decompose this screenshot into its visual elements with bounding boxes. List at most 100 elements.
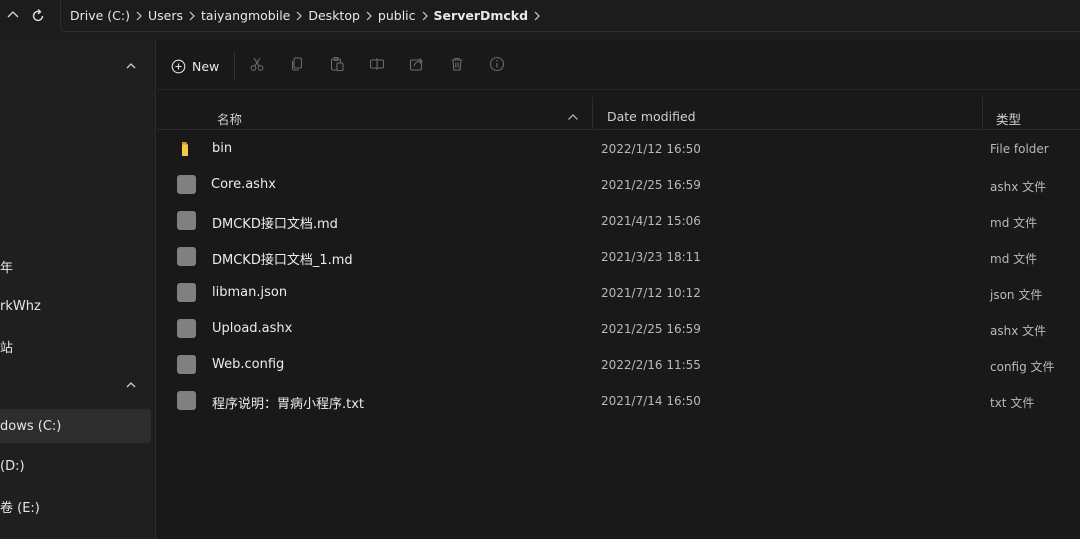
share-icon xyxy=(409,58,423,71)
table-row[interactable]: Upload.ashx 2021/2/25 16:59 ashx 文件 xyxy=(165,311,1080,347)
file-type: md 文件 xyxy=(990,252,1038,266)
chevron-up-icon xyxy=(126,382,136,388)
file-name: libman.json xyxy=(212,285,288,300)
chevron-right-icon[interactable] xyxy=(134,10,144,22)
command-bar: New xyxy=(157,40,1080,90)
arrow-up-icon xyxy=(7,11,19,18)
file-date: 2021/7/14 16:50 xyxy=(601,394,701,408)
sidebar-item-label: 卷 (E:) xyxy=(0,500,40,516)
sidebar-item-label: (D:) xyxy=(0,458,25,474)
file-date: 2021/7/12 10:12 xyxy=(601,286,701,300)
sidebar-item-drive-e[interactable]: 卷 (E:) xyxy=(0,489,151,523)
chevron-right-icon[interactable] xyxy=(420,10,430,22)
file-type: md 文件 xyxy=(990,216,1038,230)
breadcrumb-current[interactable]: ServerDmckd xyxy=(430,8,533,23)
address-bar[interactable]: Drive (C:) Users taiyangmobile Desktop p… xyxy=(60,0,1080,32)
info-icon xyxy=(489,56,505,72)
breadcrumb-public[interactable]: public xyxy=(374,8,420,23)
chevron-right-icon[interactable] xyxy=(364,10,374,22)
table-row[interactable]: DMCKD接口文档_1.md 2021/3/23 18:11 md 文件 xyxy=(165,239,1080,275)
file-date: 2021/4/12 15:06 xyxy=(601,214,701,228)
column-date-modified[interactable]: Date modified xyxy=(607,109,696,124)
title-bar: Drive (C:) Users taiyangmobile Desktop p… xyxy=(0,0,1080,40)
file-name: DMCKD接口文档_1.md xyxy=(212,253,353,268)
sidebar-item-site[interactable]: 站 xyxy=(0,329,151,363)
sidebar-item-drive-c[interactable]: dows (C:) xyxy=(0,409,151,443)
sidebar-item-label: dows (C:) xyxy=(0,418,62,434)
table-row[interactable]: Core.ashx 2021/2/25 16:59 ashx 文件 xyxy=(165,167,1080,203)
file-icon xyxy=(177,355,197,375)
scissors-icon xyxy=(250,57,264,71)
sidebar-item-drive-d[interactable]: (D:) xyxy=(0,449,151,483)
collapse-section-button[interactable] xyxy=(123,58,139,74)
breadcrumb-user[interactable]: taiyangmobile xyxy=(197,8,294,23)
content-pane: New 名称 Date modified 类型 bin 2022/1/12 16… xyxy=(157,40,1080,539)
file-date: 2021/3/23 18:11 xyxy=(601,250,701,264)
file-date: 2022/1/12 16:50 xyxy=(601,142,701,156)
column-divider[interactable] xyxy=(592,97,593,130)
chevron-right-icon[interactable] xyxy=(187,10,197,22)
column-header: 名称 Date modified 类型 xyxy=(157,97,1080,130)
file-icon xyxy=(177,319,197,339)
column-divider[interactable] xyxy=(982,97,983,130)
file-type: ashx 文件 xyxy=(990,180,1047,194)
file-date: 2021/2/25 16:59 xyxy=(601,322,701,336)
rename-button[interactable] xyxy=(368,55,386,73)
sidebar-item-year[interactable]: 年 xyxy=(0,249,151,283)
breadcrumb-drive[interactable]: Drive (C:) xyxy=(66,8,134,23)
plus-circle-icon xyxy=(171,59,186,73)
file-type: txt 文件 xyxy=(990,396,1035,410)
file-icon xyxy=(177,247,197,267)
sort-ascending-icon[interactable] xyxy=(565,109,581,125)
refresh-icon xyxy=(32,8,44,22)
file-type: File folder xyxy=(990,142,1049,156)
table-row[interactable]: libman.json 2021/7/12 10:12 json 文件 xyxy=(165,275,1080,311)
table-row[interactable]: 程序说明：胃病小程序.txt 2021/7/14 16:50 txt 文件 xyxy=(165,383,1080,419)
new-button[interactable]: New xyxy=(171,54,219,78)
file-icon xyxy=(177,391,197,411)
copy-button[interactable] xyxy=(288,55,306,73)
table-row[interactable]: DMCKD接口文档.md 2021/4/12 15:06 md 文件 xyxy=(165,203,1080,239)
folder-icon xyxy=(177,139,197,159)
file-date: 2022/2/16 11:55 xyxy=(601,358,701,372)
file-type: json 文件 xyxy=(990,288,1043,302)
properties-button[interactable] xyxy=(488,55,506,73)
file-name: 程序说明：胃病小程序.txt xyxy=(212,397,365,412)
file-date: 2021/2/25 16:59 xyxy=(601,178,701,192)
sidebar-item-label: 年 xyxy=(0,260,14,276)
paste-button[interactable] xyxy=(328,55,346,73)
file-name: Core.ashx xyxy=(211,177,276,192)
file-icon xyxy=(177,175,197,195)
breadcrumb-users[interactable]: Users xyxy=(144,8,187,23)
chevron-right-icon[interactable] xyxy=(294,10,304,22)
sidebar-item-label: rkWhz xyxy=(0,298,41,314)
file-icon xyxy=(177,211,197,231)
rename-icon xyxy=(369,58,385,70)
toolbar-divider xyxy=(234,52,235,80)
collapse-section-button[interactable] xyxy=(123,377,139,393)
breadcrumb-desktop[interactable]: Desktop xyxy=(304,8,364,23)
file-name: Upload.ashx xyxy=(212,321,293,336)
sidebar-item-rkwhz[interactable]: rkWhz xyxy=(0,289,151,323)
file-name: Web.config xyxy=(212,357,285,372)
file-name: DMCKD接口文档.md xyxy=(212,217,338,232)
file-type: config 文件 xyxy=(990,360,1055,374)
trash-icon xyxy=(451,57,463,71)
delete-button[interactable] xyxy=(448,55,466,73)
file-icon xyxy=(177,283,197,303)
up-button[interactable] xyxy=(0,5,26,27)
cut-button[interactable] xyxy=(248,55,266,73)
share-button[interactable] xyxy=(408,55,426,73)
table-row[interactable]: Web.config 2022/2/16 11:55 config 文件 xyxy=(165,347,1080,383)
chevron-right-icon[interactable] xyxy=(532,10,542,22)
navigation-pane: 年 rkWhz 站 dows (C:) (D:) 卷 (E:) xyxy=(0,40,156,539)
sidebar-item-label: 站 xyxy=(0,340,14,356)
column-type[interactable]: 类型 xyxy=(996,109,1021,128)
clipboard-icon xyxy=(330,56,344,72)
chevron-up-icon xyxy=(126,63,136,69)
column-name[interactable]: 名称 xyxy=(217,109,242,128)
file-name: bin xyxy=(212,141,233,156)
table-row[interactable]: bin 2022/1/12 16:50 File folder xyxy=(165,131,1080,167)
refresh-button[interactable] xyxy=(25,5,51,27)
copy-icon xyxy=(291,57,303,71)
